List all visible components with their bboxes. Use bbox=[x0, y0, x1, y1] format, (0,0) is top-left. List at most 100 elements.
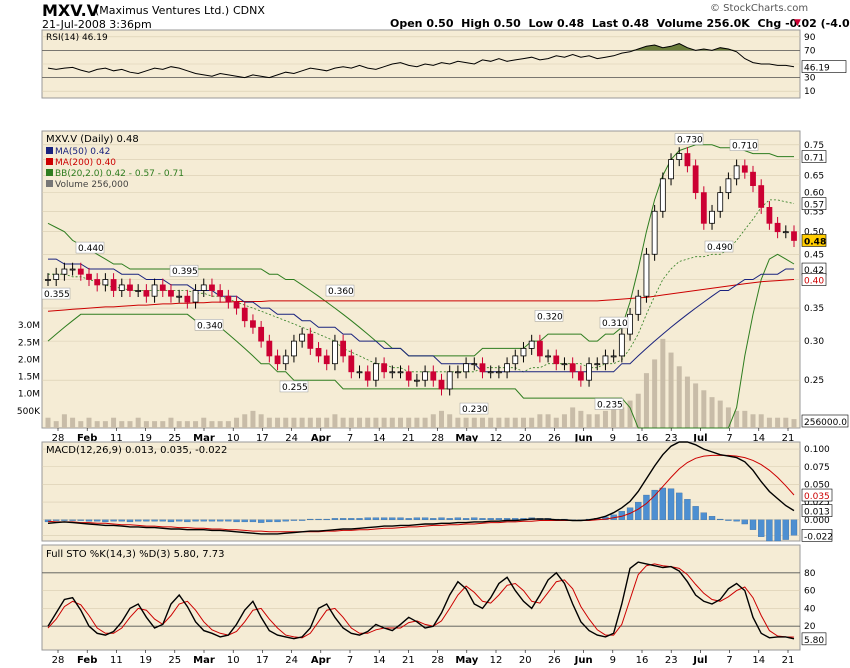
macd-histogram-bar bbox=[266, 519, 273, 523]
price-candle bbox=[348, 355, 355, 373]
volume-tick-label: 500K bbox=[17, 407, 41, 417]
price-right-label: 0.40 bbox=[804, 277, 824, 287]
price-candle bbox=[274, 355, 281, 365]
macd-histogram-bar bbox=[667, 488, 675, 520]
price-candle bbox=[733, 165, 740, 180]
price-annotation: 0.710 bbox=[732, 142, 758, 152]
macd-histogram-bar bbox=[331, 518, 339, 520]
price-candle bbox=[602, 355, 609, 365]
price-tick-label: 0.45 bbox=[804, 250, 824, 260]
macd-histogram-bar bbox=[110, 519, 117, 522]
volume-bar bbox=[176, 421, 182, 428]
price-candle bbox=[159, 284, 166, 291]
volume-bar bbox=[619, 407, 625, 428]
price-tick-label: 0.25 bbox=[804, 376, 824, 386]
volume-bar bbox=[86, 417, 92, 428]
volume-bar bbox=[266, 417, 272, 428]
volume-bar bbox=[193, 421, 199, 428]
price-candle bbox=[528, 340, 535, 349]
macd-histogram-bar bbox=[85, 519, 93, 522]
macd-histogram-bar bbox=[126, 519, 134, 523]
date-axis-label: Feb bbox=[77, 655, 97, 666]
price-candle bbox=[774, 222, 781, 233]
volume-bar bbox=[422, 417, 428, 428]
stochastic-panel bbox=[41, 544, 801, 651]
price-candle bbox=[405, 371, 412, 381]
volume-bar bbox=[217, 421, 223, 428]
macd-histogram-bar bbox=[643, 494, 650, 520]
date-axis-label: 28 bbox=[431, 655, 444, 666]
date-axis-label: 23 bbox=[665, 655, 678, 666]
macd-histogram-bar bbox=[462, 518, 470, 520]
price-candle bbox=[77, 268, 84, 275]
price-candle bbox=[471, 363, 478, 366]
macd-histogram-bar bbox=[200, 519, 207, 522]
macd-histogram-bar bbox=[421, 517, 429, 520]
price-candle bbox=[200, 284, 207, 291]
macd-histogram-bar bbox=[454, 517, 462, 520]
macd-histogram-bar bbox=[176, 519, 183, 522]
price-candle bbox=[741, 165, 748, 173]
price-candle bbox=[561, 363, 568, 366]
price-annotation: 0.360 bbox=[328, 287, 354, 297]
date-axis-label: 21 bbox=[782, 655, 795, 666]
price-candle bbox=[569, 363, 576, 373]
date-axis-label: 7 bbox=[347, 655, 353, 666]
price-candle bbox=[766, 207, 773, 224]
volume-bar bbox=[234, 417, 240, 428]
price-right-label: 0.48 bbox=[804, 237, 826, 247]
date-axis-label: 14 bbox=[373, 655, 386, 666]
macd-histogram-bar bbox=[479, 518, 486, 520]
volume-bar bbox=[332, 414, 338, 428]
price-candle bbox=[332, 340, 338, 365]
volume-bar bbox=[70, 417, 76, 428]
volume-bar bbox=[258, 414, 264, 428]
price-candle bbox=[422, 371, 428, 381]
price-candle bbox=[307, 333, 314, 349]
macd-histogram-bar bbox=[233, 519, 240, 523]
price-candle bbox=[397, 371, 404, 374]
price-annotation: 0.730 bbox=[677, 136, 703, 146]
macd-histogram-bar bbox=[192, 519, 199, 522]
volume-bar bbox=[758, 414, 764, 428]
price-tick-label: 0.30 bbox=[804, 337, 824, 347]
volume-bar bbox=[455, 417, 461, 428]
volume-bar bbox=[709, 397, 715, 428]
price-candle bbox=[635, 295, 642, 315]
legend-swatch bbox=[46, 147, 53, 154]
volume-bar bbox=[750, 414, 756, 428]
rsi-tick-label: 10 bbox=[804, 87, 816, 97]
volume-bar bbox=[471, 417, 477, 428]
volume-bar bbox=[693, 383, 699, 428]
price-candle bbox=[340, 340, 347, 357]
price-candle bbox=[151, 284, 158, 297]
volume-bar bbox=[291, 417, 297, 428]
macd-histogram-bar bbox=[782, 519, 789, 540]
price-tick-label: 0.65 bbox=[804, 171, 824, 181]
volume-bar bbox=[324, 417, 330, 428]
price-candle bbox=[381, 363, 388, 373]
volume-bar bbox=[414, 417, 420, 428]
macd-right-label: -0.022 bbox=[804, 532, 833, 542]
volume-bar bbox=[545, 414, 551, 428]
price-candle bbox=[676, 153, 683, 161]
price-right-label: 0.57 bbox=[804, 201, 824, 211]
price-candle bbox=[594, 363, 601, 366]
macd-histogram-bar bbox=[282, 519, 289, 522]
volume-bar bbox=[438, 410, 444, 428]
legend-entry: MA(200) 0.40 bbox=[55, 158, 116, 168]
macd-histogram-bar bbox=[298, 519, 306, 521]
price-title: MXV.V (Daily) 0.48 bbox=[46, 134, 139, 145]
volume-bar bbox=[160, 421, 166, 428]
price-annotation: 0.255 bbox=[282, 383, 308, 393]
volume-bar bbox=[406, 417, 412, 428]
macd-histogram-bar bbox=[274, 519, 281, 523]
legend-swatch bbox=[46, 180, 53, 187]
price-annotation: 0.320 bbox=[537, 312, 563, 322]
legend-entry: BB(20,2.0) 0.42 - 0.57 - 0.71 bbox=[55, 169, 184, 179]
rsi-current-value: 46.19 bbox=[804, 64, 830, 74]
volume-bar bbox=[357, 417, 363, 428]
date-axis-label: 12 bbox=[490, 655, 503, 666]
date-axis-label: 16 bbox=[636, 655, 649, 666]
volume-bar bbox=[643, 373, 649, 428]
